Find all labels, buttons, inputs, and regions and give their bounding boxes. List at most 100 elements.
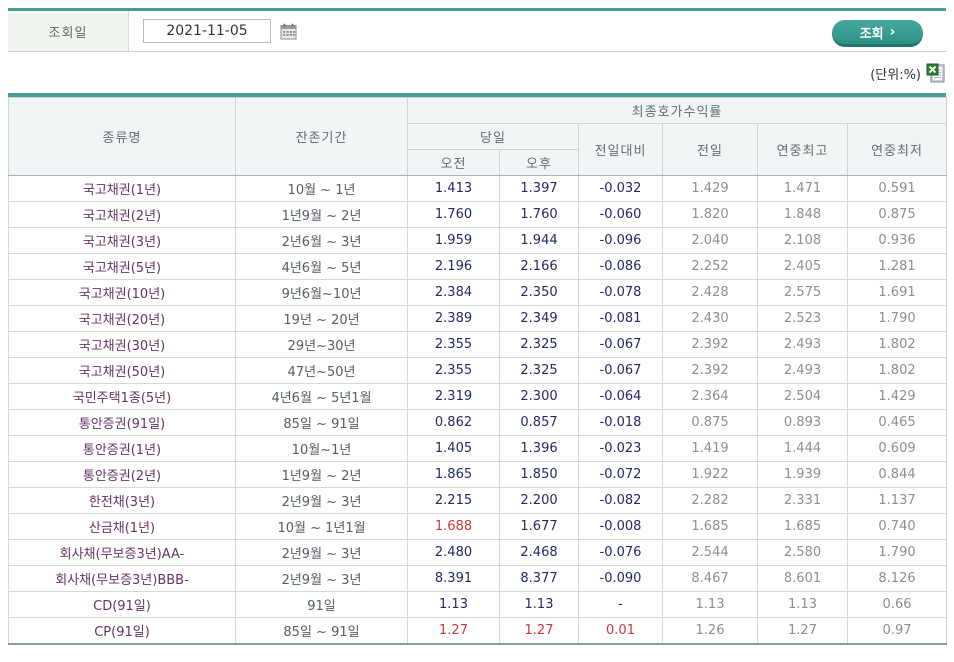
cell-maturity: 2년9월 ~ 3년 [235, 565, 408, 592]
cell-type: 국고채권(5년) [8, 253, 236, 280]
table-header: 종류명 잔존기간 최종호가수익률 당일 전일대비 전일 연중최고 연중최저 오전… [8, 97, 948, 176]
cell-pm: 8.377 [499, 565, 579, 592]
cell-high: 1.939 [757, 461, 848, 488]
cell-low: 1.137 [846, 487, 948, 514]
cell-type: 통안증권(1년) [8, 435, 236, 462]
cell-high: 1.685 [757, 513, 848, 540]
header-year-high: 연중최고 [757, 123, 848, 176]
cell-change: 0.01 [578, 617, 663, 645]
cell-change: -0.067 [578, 357, 663, 384]
cell-change: -0.023 [578, 435, 663, 462]
cell-am: 8.391 [407, 565, 500, 592]
table-row: 산금채(1년) 10월 ~ 1년1월 1.688 1.677 -0.008 1.685 1.… [8, 513, 948, 540]
excel-export-icon[interactable] [926, 63, 946, 83]
cell-type: 회사채(무보증3년)AA- [8, 539, 236, 566]
cell-low: 0.609 [846, 435, 948, 462]
table-row: 통안증권(1년) 10월~1년 1.405 1.396 -0.023 1.419 1.444… [8, 435, 948, 462]
cell-maturity: 9년6월~10년 [235, 279, 408, 306]
date-input-wrap [129, 11, 297, 51]
cell-pm: 1.397 [499, 175, 579, 202]
cell-low: 8.126 [846, 565, 948, 592]
cell-maturity: 1년9월 ~ 2년 [235, 461, 408, 488]
cell-high: 0.893 [757, 409, 848, 436]
cell-high: 2.523 [757, 305, 848, 332]
cell-high: 2.493 [757, 357, 848, 384]
search-button[interactable]: 조회 › [832, 20, 923, 47]
table-row: CD(91일) 91일 1.13 1.13-1.13 1.13 0.66 [8, 591, 948, 618]
table-row: 국고채권(50년) 47년~50년 2.355 2.325 -0.067 2.392 2.4… [8, 357, 948, 384]
cell-maturity: 29년~30년 [235, 331, 408, 358]
cell-maturity: 10월~1년 [235, 435, 408, 462]
header-type: 종류명 [8, 97, 236, 176]
cell-prev: 0.875 [662, 409, 758, 436]
cell-high: 2.575 [757, 279, 848, 306]
header-am: 오전 [407, 149, 500, 176]
table-row: 통안증권(91일) 85일 ~ 91일 0.862 0.857 -0.018 0.875 0… [8, 409, 948, 436]
cell-change: -0.072 [578, 461, 663, 488]
cell-type: 국고채권(1년) [8, 175, 236, 202]
header-maturity: 잔존기간 [235, 97, 408, 176]
cell-maturity: 10월 ~ 1년 [235, 175, 408, 202]
cell-pm: 1.944 [499, 227, 579, 254]
yield-table: 종류명 잔존기간 최종호가수익률 당일 전일대비 전일 연중최고 연중최저 오전… [8, 93, 948, 645]
cell-low: 0.591 [846, 175, 948, 202]
table-row: 국고채권(3년) 2년6월 ~ 3년 1.959 1.944 -0.096 2.040 2.… [8, 227, 948, 254]
unit-label: (단위:%) [870, 67, 921, 83]
table-row: 국고채권(20년) 19년 ~ 20년 2.389 2.349 -0.081 2.430 2… [8, 305, 948, 332]
cell-high: 2.331 [757, 487, 848, 514]
cell-pm: 2.300 [499, 383, 579, 410]
cell-type: CP(91일) [8, 617, 236, 645]
cell-type: 국민주택1종(5년) [8, 383, 236, 410]
cell-type: 산금채(1년) [8, 513, 236, 540]
cell-high: 2.493 [757, 331, 848, 358]
table-row: 한전채(3년) 2년9월 ~ 3년 2.215 2.200 -0.082 2.282 2.3… [8, 487, 948, 514]
cell-type: 국고채권(3년) [8, 227, 236, 254]
cell-am: 2.196 [407, 253, 500, 280]
cell-low: 0.465 [846, 409, 948, 436]
table-row: 통안증권(2년) 1년9월 ~ 2년 1.865 1.850 -0.072 1.922 1.… [8, 461, 948, 488]
table-row: 회사채(무보증3년)AA- 2년9월 ~ 3년 2.480 2.468 -0.076 2.… [8, 539, 948, 566]
cell-type: 국고채권(10년) [8, 279, 236, 306]
header-yield-group: 최종호가수익률 [406, 97, 948, 124]
cell-high: 2.405 [757, 253, 848, 280]
cell-am: 1.959 [407, 227, 500, 254]
cell-type: 한전채(3년) [8, 487, 236, 514]
cell-change: -0.060 [578, 201, 663, 228]
date-input[interactable] [143, 19, 271, 43]
cell-type: 통안증권(2년) [8, 461, 236, 488]
search-button-label: 조회 [859, 26, 884, 42]
cell-prev: 2.282 [662, 487, 758, 514]
cell-low: 0.936 [846, 227, 948, 254]
cell-maturity: 2년9월 ~ 3년 [235, 539, 408, 566]
cell-maturity: 85일 ~ 91일 [235, 409, 408, 436]
cell-change: -0.018 [578, 409, 663, 436]
cell-prev: 1.922 [662, 461, 758, 488]
search-button-arrow-icon: › [889, 24, 896, 40]
cell-low: 0.875 [846, 201, 948, 228]
header-pm: 오후 [499, 149, 579, 176]
cell-high: 1.444 [757, 435, 848, 462]
cell-high: 2.504 [757, 383, 848, 410]
cell-maturity: 91일 [235, 591, 408, 618]
cell-change: -0.067 [578, 331, 663, 358]
cell-change: -0.096 [578, 227, 663, 254]
cell-low: 1.802 [846, 331, 948, 358]
calendar-icon[interactable] [279, 22, 297, 40]
cell-type: 국고채권(50년) [8, 357, 236, 384]
cell-maturity: 85일 ~ 91일 [235, 617, 408, 645]
header-change: 전일대비 [578, 123, 663, 176]
cell-pm: 2.350 [499, 279, 579, 306]
cell-pm: 2.468 [499, 539, 579, 566]
cell-prev: 8.467 [662, 565, 758, 592]
cell-low: 0.66 [846, 591, 948, 618]
table-row: 국고채권(2년) 1년9월 ~ 2년 1.760 1.760 -0.060 1.820 1.… [8, 201, 948, 228]
cell-low: 0.740 [846, 513, 948, 540]
cell-type: 국고채권(30년) [8, 331, 236, 358]
cell-am: 2.389 [407, 305, 500, 332]
cell-am: 2.319 [407, 383, 500, 410]
cell-prev: 1.685 [662, 513, 758, 540]
cell-pm: 1.13 [499, 591, 579, 618]
cell-high: 1.848 [757, 201, 848, 228]
cell-maturity: 47년~50년 [235, 357, 408, 384]
cell-am: 1.27 [407, 617, 500, 645]
